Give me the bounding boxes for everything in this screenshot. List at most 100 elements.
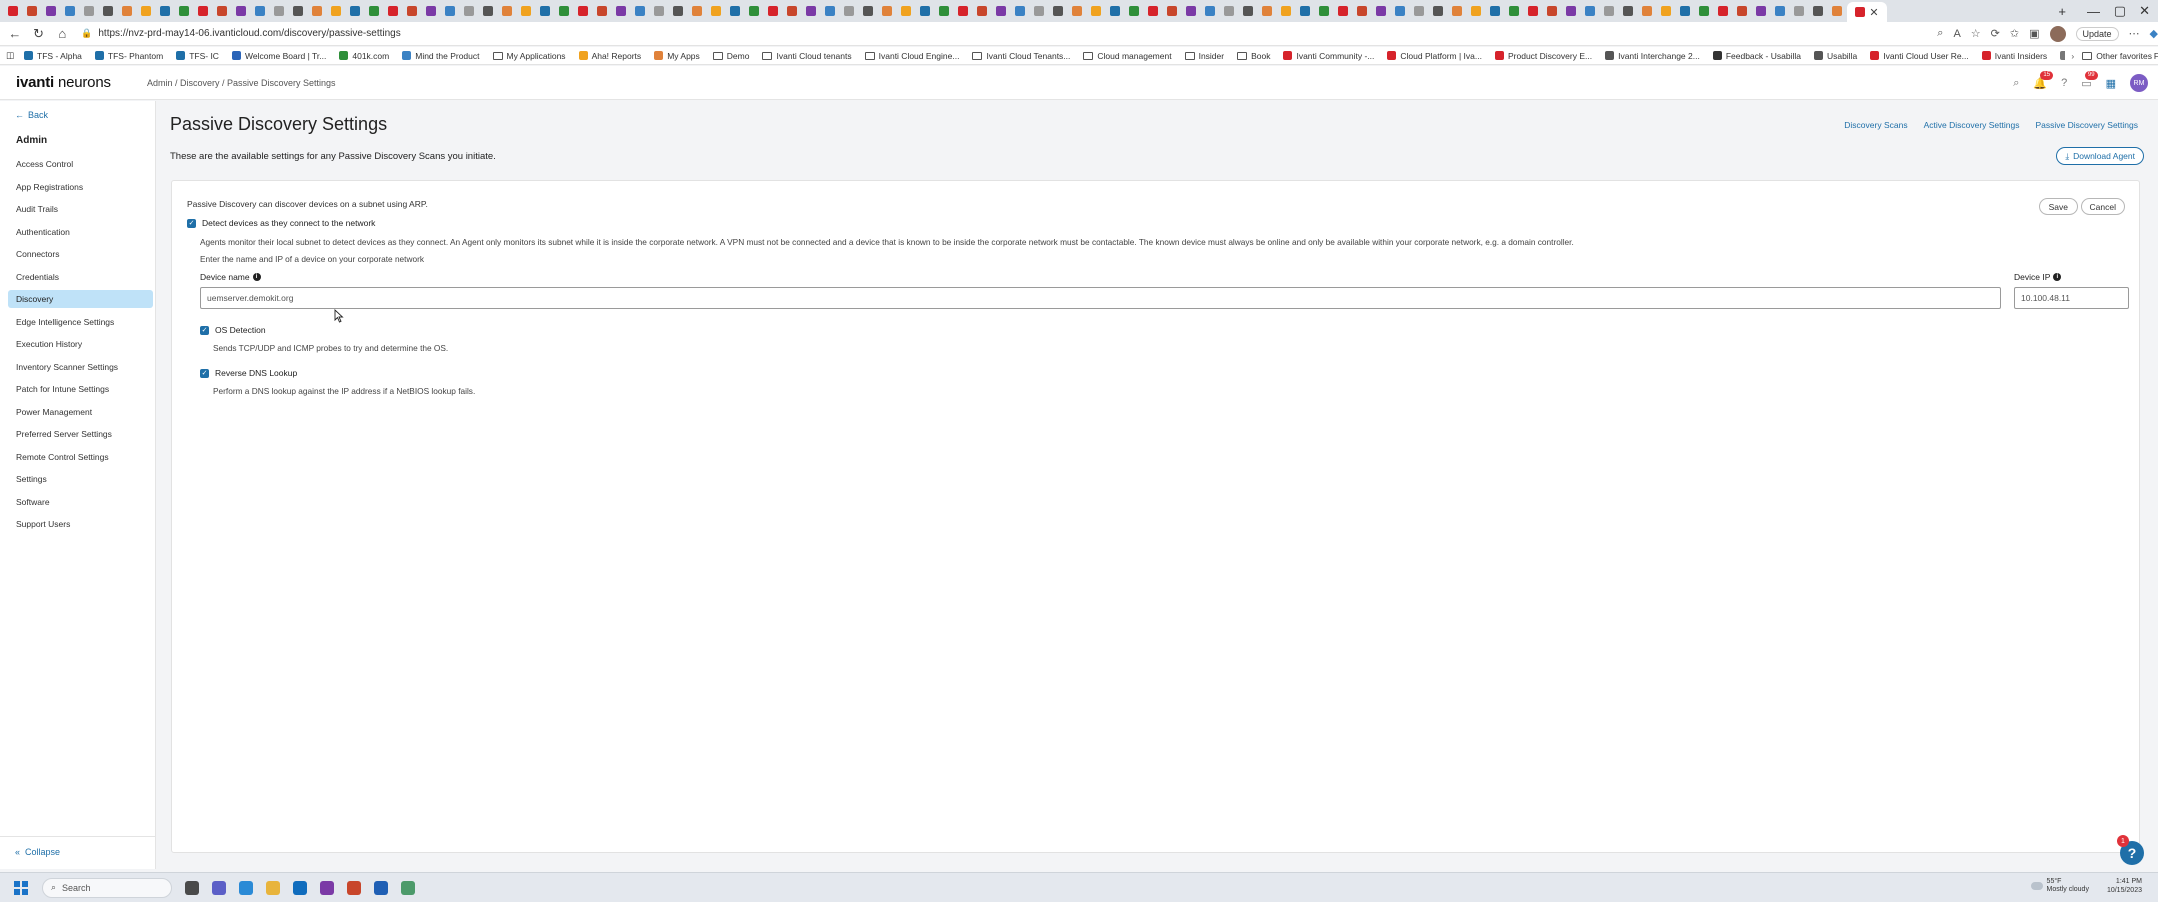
detect-devices-checkbox[interactable]: ✓	[187, 218, 196, 228]
download-agent-button[interactable]: ⤓ Download Agent	[2056, 147, 2144, 165]
browser-tab[interactable]	[840, 3, 857, 19]
bookmark-item[interactable]: Cloud management	[1083, 51, 1172, 61]
app-launcher-icon[interactable]: ▦	[2106, 77, 2116, 90]
search-icon[interactable]: ⌕	[2013, 77, 2019, 90]
browser-tab[interactable]	[1144, 3, 1161, 19]
sidebar-item-connectors[interactable]: Connectors	[8, 245, 153, 263]
favorite-star-icon[interactable]: ☆	[1971, 27, 1981, 40]
browser-tab[interactable]	[574, 3, 591, 19]
browser-tab[interactable]	[1030, 3, 1047, 19]
browser-tab[interactable]	[1638, 3, 1655, 19]
os-detection-option[interactable]: ✓ OS Detection	[200, 325, 266, 335]
browser-tab[interactable]	[346, 3, 363, 19]
browser-tab[interactable]	[137, 3, 154, 19]
zoom-icon[interactable]: ⌕	[1937, 27, 1943, 40]
browser-tab[interactable]	[1429, 3, 1446, 19]
browser-tab[interactable]	[1239, 3, 1256, 19]
bookmark-item[interactable]: Ivanti Cloud tenants	[762, 51, 852, 61]
browser-tab[interactable]	[213, 3, 230, 19]
browser-tab[interactable]	[4, 3, 21, 19]
browser-tab[interactable]	[878, 3, 895, 19]
browser-tab[interactable]	[1619, 3, 1636, 19]
browser-tab[interactable]	[1809, 3, 1826, 19]
bookmark-item[interactable]: Ivanti Insiders	[1981, 51, 2047, 61]
outlook-icon[interactable]	[293, 880, 307, 895]
close-tab-icon[interactable]: ✕	[1869, 6, 1878, 19]
bookmark-item[interactable]: Mind the Product	[402, 51, 480, 61]
user-avatar[interactable]: RM	[2130, 74, 2148, 92]
profile-avatar[interactable]	[2049, 25, 2066, 42]
sidebar-item-discovery[interactable]: Discovery	[8, 290, 153, 308]
bookmark-item[interactable]: My Applications	[492, 51, 566, 61]
browser-tab[interactable]	[441, 3, 458, 19]
folder-app-icon[interactable]	[266, 880, 280, 895]
reverse-dns-checkbox[interactable]: ✓	[200, 368, 209, 378]
reverse-dns-option[interactable]: ✓ Reverse DNS Lookup	[200, 368, 297, 378]
browser-tab[interactable]	[80, 3, 97, 19]
onenote-icon[interactable]	[320, 880, 334, 895]
sidebar-item-patch-for-intune-settings[interactable]: Patch for Intune Settings	[8, 380, 153, 398]
browser-tab[interactable]	[764, 3, 781, 19]
sidebar-item-execution-history[interactable]: Execution History	[8, 335, 153, 353]
browser-tab[interactable]	[1467, 3, 1484, 19]
alerts-button[interactable]: ▭ 99	[2081, 70, 2098, 90]
browser-tab[interactable]	[61, 3, 78, 19]
clock[interactable]: 1:41 PM 10/15/2023	[2107, 877, 2142, 895]
windows-start-icon[interactable]	[14, 880, 28, 895]
bookmark-item[interactable]: Cloud Platform | Iva...	[1387, 51, 1482, 61]
home-button[interactable]: ⌂	[53, 25, 71, 43]
browser-tab[interactable]	[1296, 3, 1313, 19]
browser-tab[interactable]	[1410, 3, 1427, 19]
browser-tab[interactable]	[821, 3, 838, 19]
detect-devices-option[interactable]: ✓ Detect devices as they connect to the …	[187, 218, 375, 228]
browser-tab[interactable]	[973, 3, 990, 19]
browser-tab[interactable]	[802, 3, 819, 19]
sidebar-item-power-management[interactable]: Power Management	[8, 403, 153, 421]
browser-tab[interactable]	[1315, 3, 1332, 19]
edge-icon[interactable]	[239, 880, 253, 895]
browser-tab[interactable]	[1220, 3, 1237, 19]
browser-tab[interactable]	[631, 3, 648, 19]
browser-tab[interactable]	[859, 3, 876, 19]
read-aloud-icon[interactable]: A	[1953, 28, 1960, 40]
browser-tab[interactable]	[1448, 3, 1465, 19]
ivanti-neurons-logo[interactable]: ivanti neurons	[16, 74, 147, 91]
browser-tab[interactable]	[479, 3, 496, 19]
snipping-tool-icon[interactable]	[401, 880, 415, 895]
browser-tab[interactable]	[42, 3, 59, 19]
browser-tab[interactable]	[1771, 3, 1788, 19]
browser-tab[interactable]	[555, 3, 572, 19]
browser-tab[interactable]	[1125, 3, 1142, 19]
browser-tab[interactable]	[1543, 3, 1560, 19]
browser-tab[interactable]	[783, 3, 800, 19]
browser-tab[interactable]	[194, 3, 211, 19]
browser-tab[interactable]	[1600, 3, 1617, 19]
powerpoint-icon[interactable]	[347, 880, 361, 895]
browser-tab[interactable]	[1391, 3, 1408, 19]
browser-tab[interactable]	[270, 3, 287, 19]
browser-tab[interactable]	[118, 3, 135, 19]
browser-tab[interactable]	[23, 3, 40, 19]
bookmark-item[interactable]: TFS- IC	[176, 51, 219, 61]
word-icon[interactable]	[374, 880, 388, 895]
collections-icon[interactable]: ▣	[2029, 27, 2039, 40]
browser-tab[interactable]	[916, 3, 933, 19]
sidebar-item-remote-control-settings[interactable]: Remote Control Settings	[8, 448, 153, 466]
sidebar-item-access-control[interactable]: Access Control	[8, 155, 153, 173]
browser-tab[interactable]	[1733, 3, 1750, 19]
more-menu-icon[interactable]: ⋯	[2129, 27, 2140, 40]
link-active-discovery-settings[interactable]: Active Discovery Settings	[1924, 120, 2020, 130]
sidebar-item-edge-intelligence-settings[interactable]: Edge Intelligence Settings	[8, 313, 153, 331]
help-icon[interactable]: ?	[2061, 77, 2067, 89]
browser-tab[interactable]	[1258, 3, 1275, 19]
back-link[interactable]: ← Back	[15, 110, 48, 120]
copilot-icon[interactable]: ◆	[2150, 27, 2158, 40]
browser-tab[interactable]	[536, 3, 553, 19]
browser-tab[interactable]	[1486, 3, 1503, 19]
update-button[interactable]: Update	[2075, 26, 2119, 41]
browser-tab[interactable]	[308, 3, 325, 19]
browser-tab[interactable]	[1657, 3, 1674, 19]
maximize-button[interactable]: ▢	[2114, 0, 2126, 22]
os-detection-checkbox[interactable]: ✓	[200, 325, 209, 335]
browser-tab[interactable]	[707, 3, 724, 19]
